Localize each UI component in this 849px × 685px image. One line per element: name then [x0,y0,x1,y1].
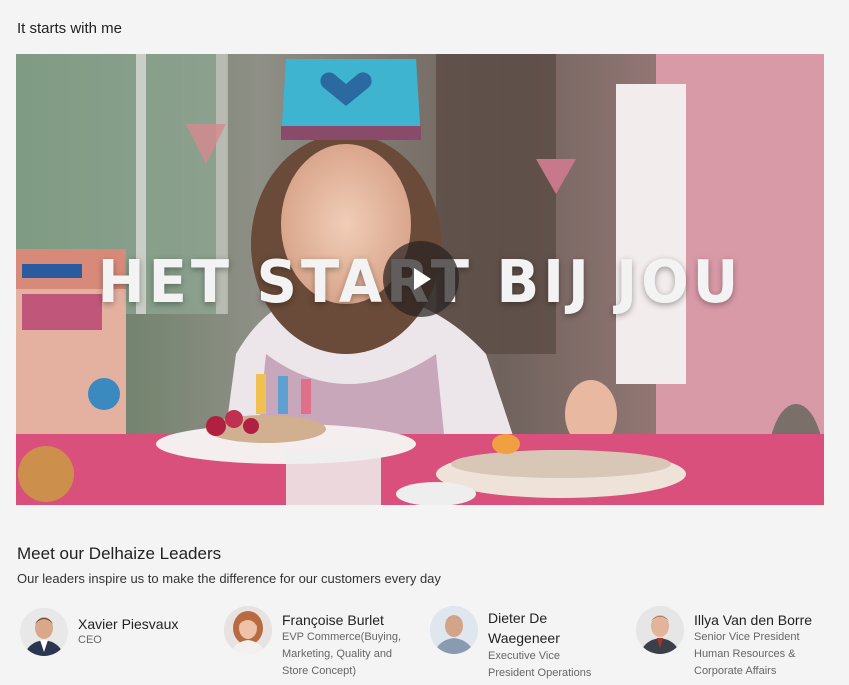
leader-name: Dieter De [488,610,548,626]
leader-name: Xavier Piesvaux [78,616,179,632]
leaders-title: Meet our Delhaize Leaders [17,544,222,563]
leaders-card: It starts with me HET START BIJ JOU Meet… [0,0,849,685]
leader-role: Executive Vice [488,650,560,662]
leader-role: Marketing, Quality and [282,648,393,660]
leader-card[interactable]: Illya Van den Borre Senior Vice Presiden… [636,606,836,682]
avatar [224,606,272,654]
leader-role: EVP Commerce(Buying, [282,631,402,643]
leader-role: Senior Vice President [694,631,800,643]
leader-role: President Operations [488,667,592,679]
leaders-subtitle: Our leaders inspire us to make the diffe… [17,571,441,586]
leader-name: Waegeneer [488,630,560,646]
leader-name: Françoise Burlet [282,612,384,628]
leader-card[interactable]: Xavier Piesvaux CEO [20,606,210,682]
avatar [430,606,478,654]
play-icon [414,268,431,290]
avatar [20,608,68,656]
avatar [636,606,684,654]
leader-role: Human Resources & [694,648,796,660]
leader-card[interactable]: Dieter De Waegeneer Executive Vice Presi… [430,606,625,682]
leader-name: Illya Van den Borre [694,612,813,628]
video-player[interactable]: HET START BIJ JOU [16,54,824,505]
play-button[interactable] [383,241,459,317]
leader-role: Corporate Affairs [694,665,777,677]
leader-card[interactable]: Françoise Burlet EVP Commerce(Buying, Ma… [224,606,419,682]
section-title: It starts with me [17,20,123,37]
leader-role: CEO [78,634,102,646]
leader-role: Store Concept) [282,665,356,677]
